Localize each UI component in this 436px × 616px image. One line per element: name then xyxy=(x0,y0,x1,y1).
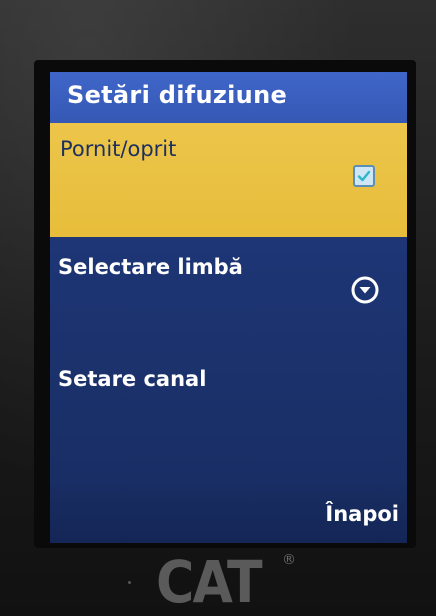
on-off-checkbox[interactable] xyxy=(353,165,375,187)
speaker-dot xyxy=(128,581,131,584)
menu-item-language-select[interactable]: Selectare limbă xyxy=(50,237,407,353)
chevron-down-circle-icon[interactable] xyxy=(350,275,380,305)
back-softkey[interactable]: Înapoi xyxy=(325,502,399,526)
menu-item-channel-label: Setare canal xyxy=(58,367,207,391)
title-bar: Setări difuziune xyxy=(50,72,407,123)
menu-item-language-label: Selectare limbă xyxy=(58,255,243,279)
page-title: Setări difuziune xyxy=(67,81,288,109)
cat-logo: CAT ® xyxy=(156,548,296,616)
brand-logo-text: CAT xyxy=(156,548,263,616)
menu-item-on-off-label: Pornit/oprit xyxy=(60,137,177,161)
check-icon xyxy=(357,170,371,182)
phone-screen: Setări difuziune Pornit/oprit Selectare … xyxy=(50,72,407,543)
softkey-bar: Înapoi xyxy=(50,478,407,543)
menu-item-on-off[interactable]: Pornit/oprit xyxy=(50,123,407,237)
menu-item-channel-setting[interactable]: Setare canal xyxy=(50,353,407,478)
registered-mark: ® xyxy=(282,552,296,568)
